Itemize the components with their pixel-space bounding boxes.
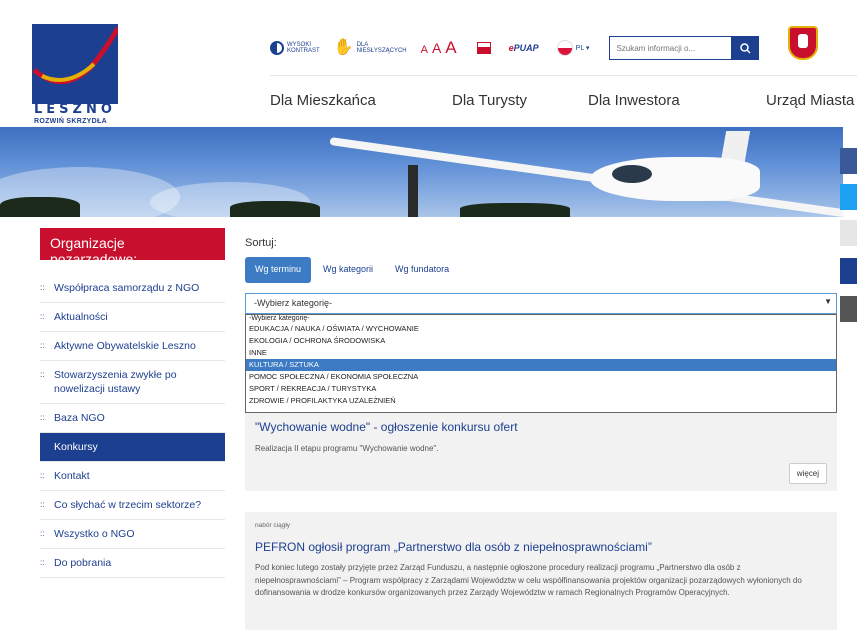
nav-dla-turysty[interactable]: Dla Turysty [452, 92, 527, 109]
contrast-icon [270, 41, 284, 55]
font-size-medium[interactable]: A [432, 40, 441, 56]
nl-icon[interactable] [840, 258, 857, 284]
contest-card: "Wychowanie wodne" - ogłoszenie konkursu… [245, 413, 837, 491]
logo-text: LESZNO [34, 102, 116, 117]
sidebar-item-konkursy[interactable]: Konkursy [40, 433, 225, 462]
sidebar-item-wspolpraca[interactable]: Współpraca samorządu z NGO [40, 274, 225, 303]
dropdown-option-highlighted[interactable]: KULTURA / SZTUKA [246, 359, 836, 371]
search-icon [740, 42, 751, 54]
contest-card: nabór ciągły PEFRON ogłosił program „Par… [245, 512, 837, 630]
high-contrast-toggle[interactable]: WYSOKI KONTRAST [270, 41, 320, 55]
dropdown-option[interactable]: ZDROWIE / PROFILAKTYKA UZALEŻNIEŃ [246, 395, 836, 407]
chevron-down-icon: ▼ [824, 297, 832, 306]
category-select[interactable]: -Wybierz kategorię- ▼ [245, 293, 837, 314]
language-label: PL ▾ [575, 45, 590, 52]
tab-wg-kategorii[interactable]: Wg kategorii [313, 257, 383, 283]
sidebar-item-do-pobrania[interactable]: Do pobrania [40, 549, 225, 578]
tab-wg-fundatora[interactable]: Wg fundatora [385, 257, 459, 283]
church-tower [408, 165, 418, 217]
main-nav: Dla Mieszkańca Dla Turysty Dla Inwestora… [270, 75, 857, 127]
poland-flag-icon [556, 40, 573, 56]
logo-tagline: ROZWIŃ SKRZYDŁA [34, 118, 107, 125]
youtube-icon[interactable] [840, 220, 857, 246]
dropdown-option[interactable]: INNE [246, 347, 836, 359]
glider-wing [329, 137, 843, 217]
utility-bar: WYSOKI KONTRAST ✋ DLA NIESŁYSZĄCYCH A A … [270, 34, 760, 62]
search-input[interactable] [609, 36, 732, 60]
sidebar-item-stowarzyszenia[interactable]: Stowarzyszenia zwykłe po nowelizacji ust… [40, 361, 225, 404]
logo[interactable]: LESZNO ROZWIŃ SKRZYDŁA [32, 14, 121, 125]
sort-label: Sortuj: [245, 237, 277, 249]
sidebar-title: Organizacje pozarządowe: [40, 228, 225, 267]
font-size-large[interactable]: A [445, 38, 456, 58]
bip-icon[interactable] [476, 42, 491, 54]
twitter-icon[interactable] [840, 184, 857, 210]
glider-canopy [612, 165, 652, 183]
facebook-icon[interactable] [840, 148, 857, 174]
font-size-small[interactable]: A [421, 44, 428, 56]
nav-dla-inwestora[interactable]: Dla Inwestora [588, 92, 680, 109]
contest-summary: Realizacja II etapu programu "Wychowanie… [255, 444, 439, 453]
contest-tag: nabór ciągły [255, 522, 291, 529]
instagram-icon[interactable] [840, 296, 857, 322]
dropdown-option[interactable]: EKOLOGIA / OCHRONA ŚRODOWISKA [246, 335, 836, 347]
sidebar-item-aktualnosci[interactable]: Aktualności [40, 303, 225, 332]
sidebar-item-kontakt[interactable]: Kontakt [40, 462, 225, 491]
nav-dla-mieszkanca[interactable]: Dla Mieszkańca [270, 92, 376, 109]
sidebar-item-wszystko[interactable]: Wszystko o NGO [40, 520, 225, 549]
contest-title[interactable]: "Wychowanie wodne" - ogłoszenie konkursu… [255, 420, 518, 434]
contrast-label-2: KONTRAST [287, 48, 320, 54]
sort-tabs: Wg terminu Wg kategorii Wg fundatora [245, 257, 461, 283]
category-select-value: -Wybierz kategorię- [254, 298, 332, 308]
dropdown-option[interactable]: EDUKACJA / NAUKA / OŚWIATA / WYCHOWANIE [246, 323, 836, 335]
search-form [609, 36, 760, 60]
font-size-switcher: A A A [421, 38, 461, 58]
deaf-access-link[interactable]: ✋ DLA NIESŁYSZĄCYCH [333, 39, 407, 56]
nav-urzad-miasta[interactable]: Urząd Miasta [766, 92, 854, 109]
search-button[interactable] [731, 36, 760, 60]
sidebar-menu: Współpraca samorządu z NGO Aktualności A… [40, 274, 225, 578]
contest-title[interactable]: PEFRON ogłosił program „Partnerstwo dla … [255, 540, 652, 554]
deaf-label-2: NIESŁYSZĄCYCH [356, 48, 407, 54]
sidebar-item-co-slychac[interactable]: Co słychać w trzecim sektorze? [40, 491, 225, 520]
dropdown-option[interactable]: SPORT / REKREACJA / TURYSTYKA [246, 383, 836, 395]
language-selector[interactable]: PL ▾ [556, 40, 590, 56]
city-crest-icon[interactable] [788, 26, 818, 60]
sidebar-item-baza-ngo[interactable]: Baza NGO [40, 404, 225, 433]
more-button[interactable]: więcej [788, 463, 827, 484]
hero-banner [0, 127, 843, 217]
sidebar-item-aktywne[interactable]: Aktywne Obywatelskie Leszno [40, 332, 225, 361]
sign-language-icon: ✋ [333, 39, 354, 56]
logo-mark [32, 24, 121, 104]
epuap-link[interactable]: ePUAP [509, 43, 539, 53]
category-dropdown: -Wybierz kategorię- EDUKACJA / NAUKA / O… [245, 314, 837, 413]
dropdown-option[interactable]: POMOC SPOŁECZNA / EKONOMIA SPOŁECZNA [246, 371, 836, 383]
dropdown-option[interactable]: -Wybierz kategorię- [246, 315, 836, 323]
tab-wg-terminu[interactable]: Wg terminu [245, 257, 312, 283]
contest-summary: Pod koniec lutego zostały przyjęte przez… [255, 563, 802, 597]
